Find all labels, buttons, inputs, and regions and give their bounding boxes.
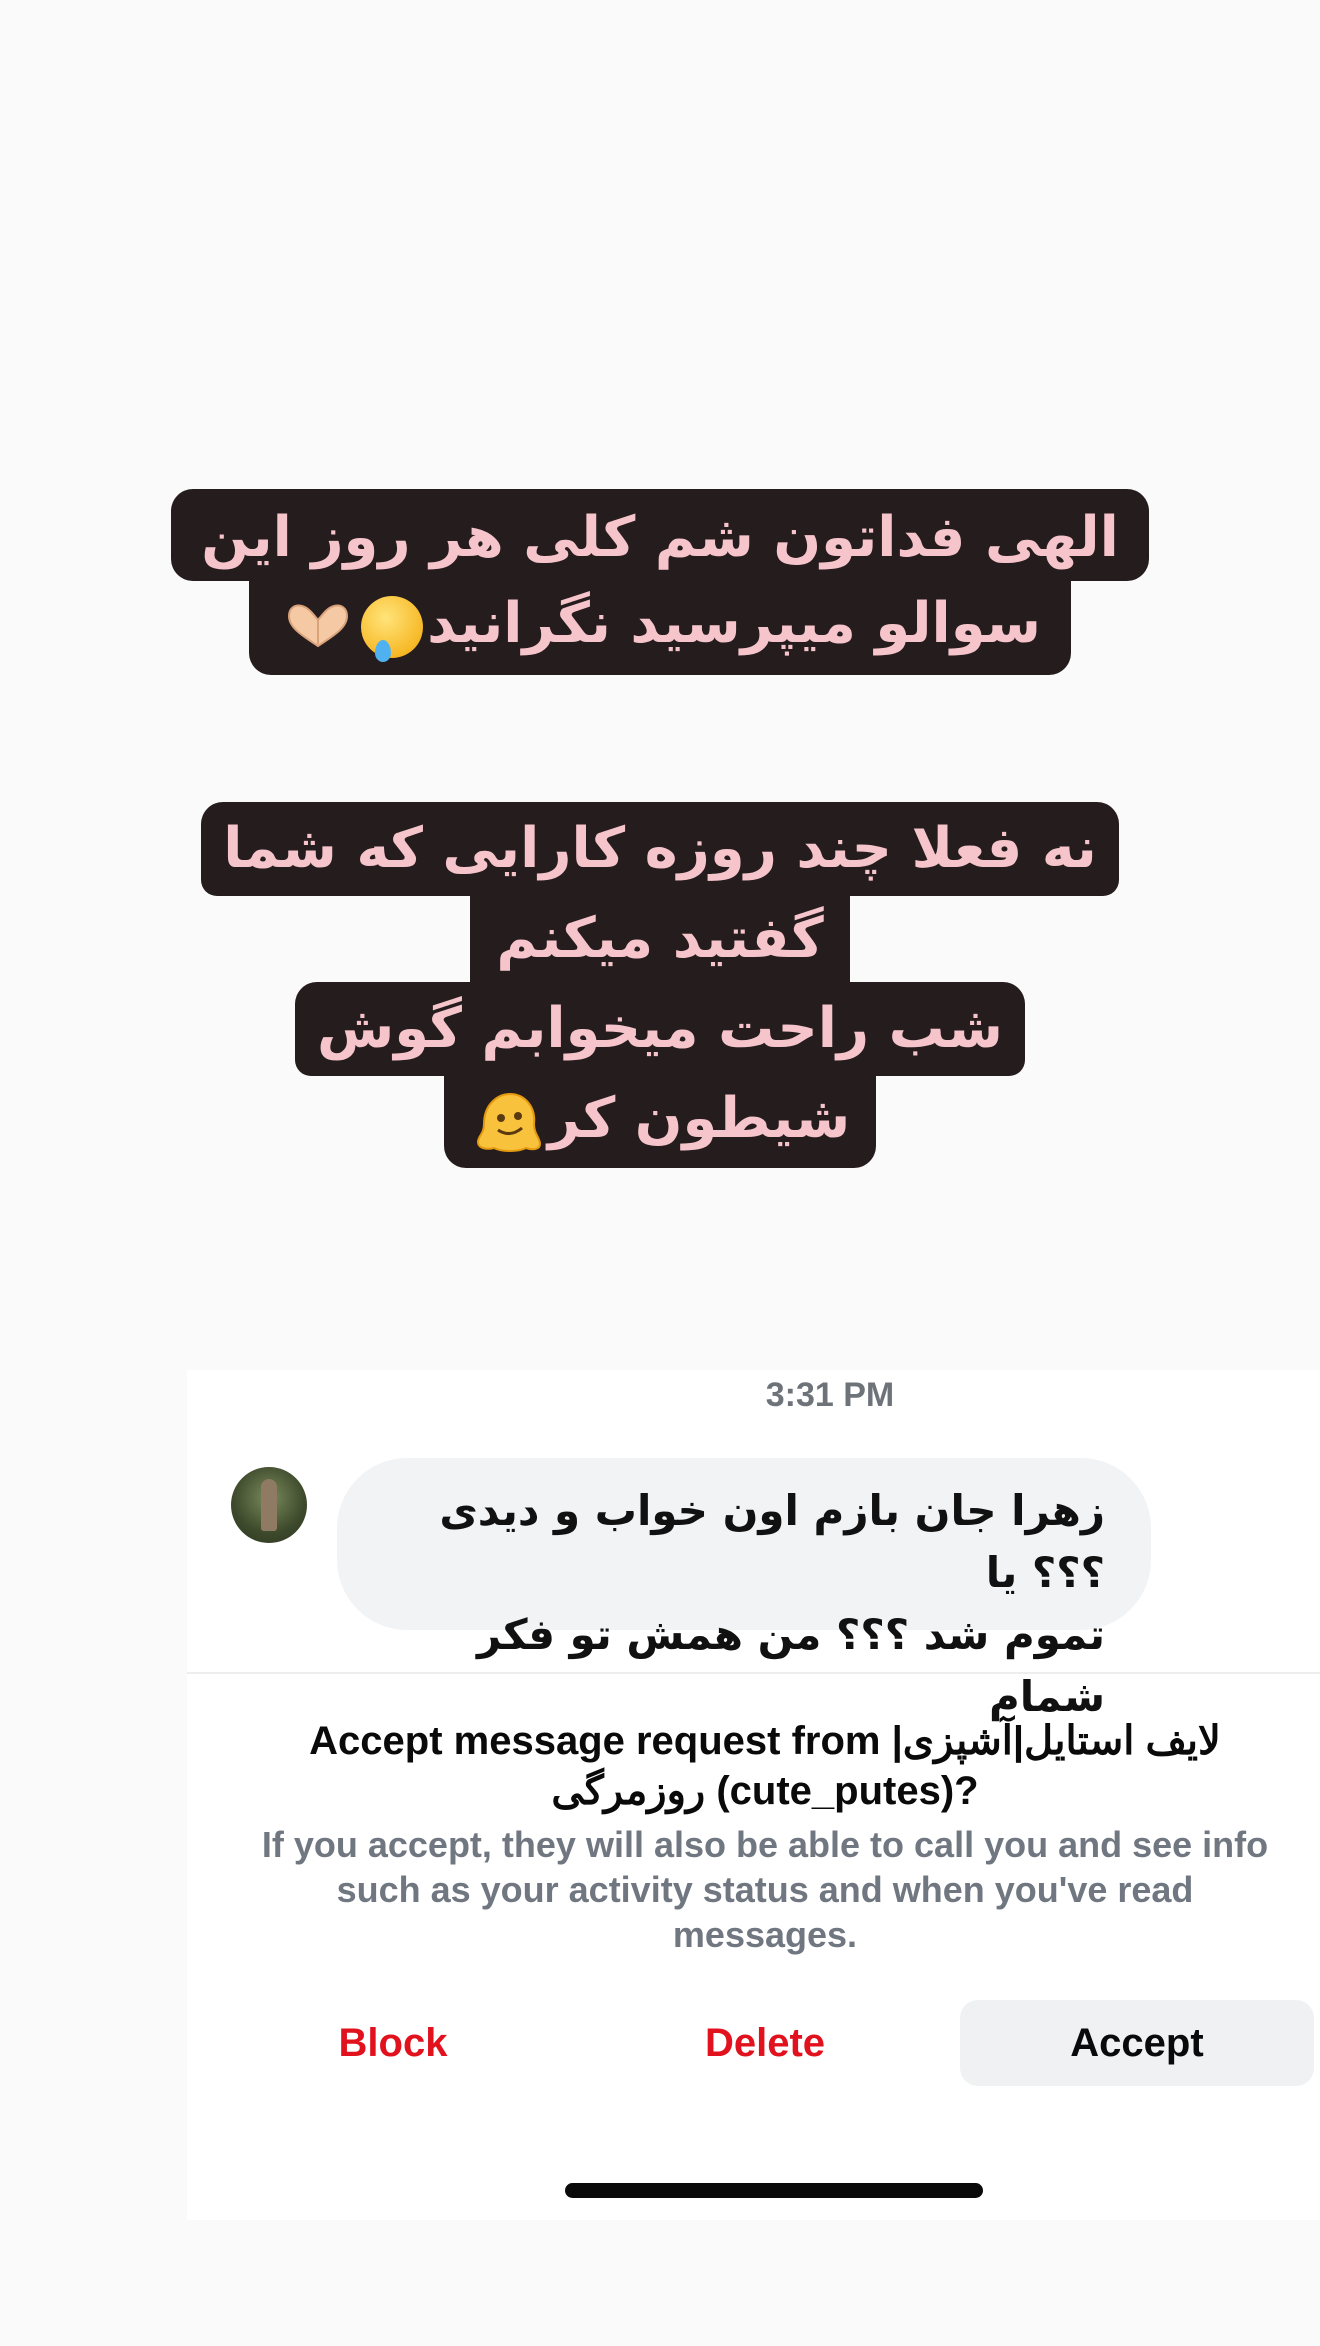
- story-caption-bottom: نه فعلا چند روزه کارایی که شما گفتید میک…: [0, 802, 1320, 1168]
- caption-line-with-emoji: شیطون کر: [443, 1076, 877, 1168]
- message-request-panel: 3:31 PM زهرا جان بازم اون خواب و دیدی ؟؟…: [187, 1370, 1320, 2220]
- message-timestamp: 3:31 PM: [765, 1376, 895, 1414]
- block-button[interactable]: Block: [317, 2000, 469, 2086]
- accept-button[interactable]: Accept: [960, 2000, 1314, 2086]
- caption-line: نه فعلا چند روزه کارایی که شما: [201, 802, 1119, 896]
- divider: [187, 1672, 1320, 1674]
- message-line: تموم شد ؟؟؟ من همش تو فکر شمام: [476, 1610, 1105, 1721]
- heart-hands-icon: [288, 604, 349, 648]
- delete-button[interactable]: Delete: [677, 2000, 853, 2086]
- caption-line-text: شیطون کر: [547, 1086, 851, 1151]
- message-bubble[interactable]: زهرا جان بازم اون خواب و دیدی ؟؟؟ یا تمو…: [337, 1458, 1151, 1721]
- face-holding-back-tears-icon: [361, 595, 424, 662]
- caption-line-with-emoji: سوالو میپرسید نگرانید: [249, 581, 1071, 675]
- request-actions: Block Delete Accept: [187, 2000, 1320, 2086]
- sender-avatar[interactable]: [231, 1467, 307, 1543]
- message-line: زهرا جان بازم اون خواب و دیدی ؟؟؟ یا: [439, 1486, 1105, 1597]
- melting-face-icon: [476, 1092, 541, 1152]
- caption-line: الهی فداتون شم کلی هر روز این: [171, 489, 1149, 581]
- story-caption-top: الهی فداتون شم کلی هر روز این سوالو میپر…: [0, 489, 1320, 675]
- caption-line-text: سوالو میپرسید نگرانید: [427, 591, 1041, 656]
- request-description: If you accept, they will also be able to…: [261, 1824, 1269, 1955]
- request-title: Accept message request from لایف استایل|…: [309, 1719, 1221, 1813]
- caption-line: شب راحت میخوابم گوش: [295, 982, 1025, 1076]
- home-indicator[interactable]: [565, 2183, 983, 2198]
- caption-line: گفتید میکنم: [470, 896, 850, 982]
